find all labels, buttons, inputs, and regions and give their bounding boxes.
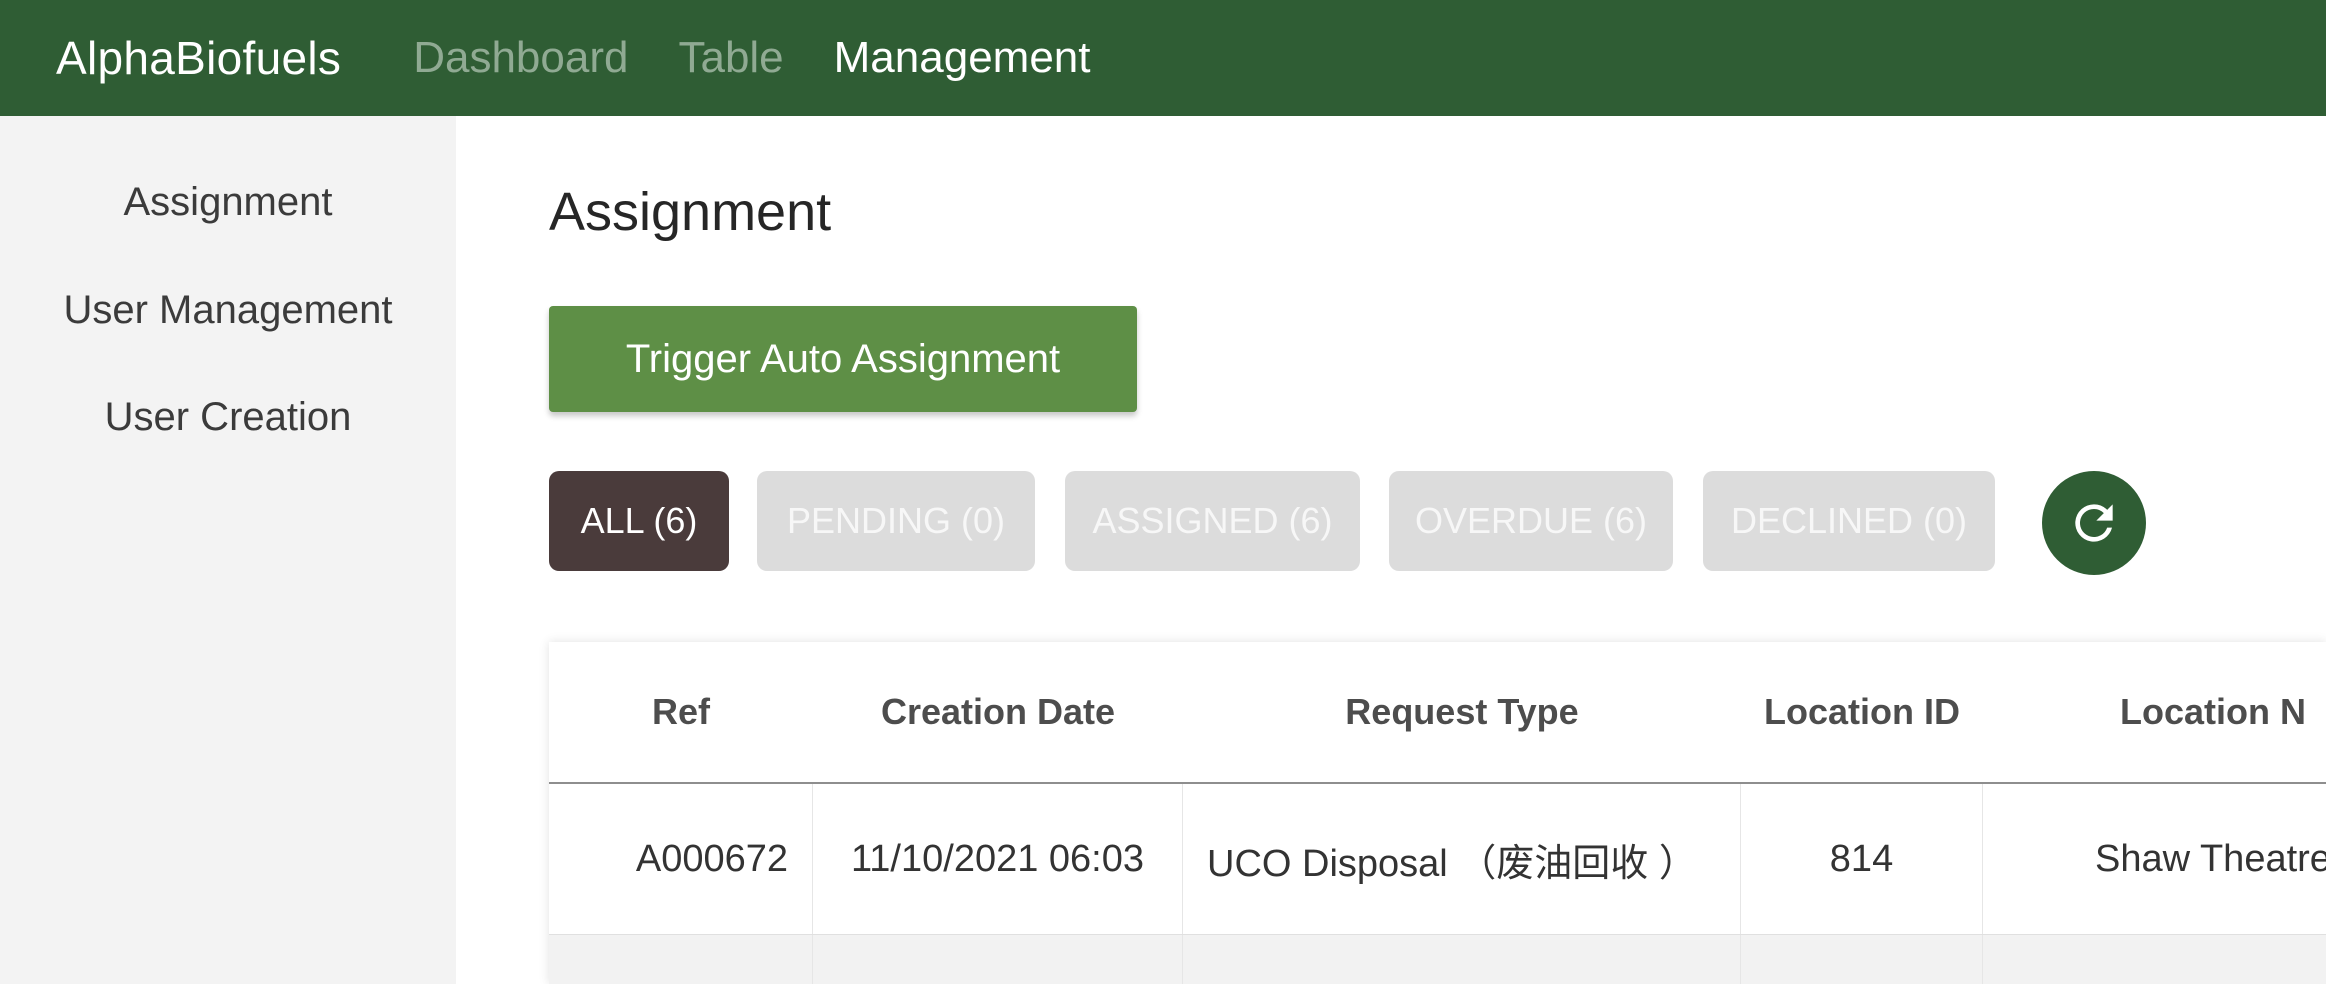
cell-creation-date: 11/10/2021 06:03 (813, 784, 1183, 934)
nav-table[interactable]: Table (678, 33, 783, 83)
cell-location-name: Shaw Theatre (2095, 837, 2326, 880)
page-title: Assignment (549, 182, 832, 242)
cell-creation-date (813, 935, 1183, 984)
refresh-icon (2075, 504, 2113, 542)
main-nav: Dashboard Table Management (413, 33, 1090, 83)
column-header-request-type[interactable]: Request Type (1183, 642, 1741, 782)
table-row[interactable]: A000672 11/10/2021 06:03 UCO Disposal （废… (549, 784, 2326, 935)
cell-location-name (1983, 935, 2326, 984)
table-header-row: Ref Creation Date Request Type Location … (549, 642, 2326, 784)
sidebar-item-assignment[interactable]: Assignment (0, 180, 456, 225)
cell-request-type: UCO Disposal （废油回收 ） (1183, 784, 1741, 934)
column-header-location-id[interactable]: Location ID (1741, 642, 1983, 782)
column-header-location-name[interactable]: Location N (1983, 642, 2326, 782)
cell-request-type (1183, 935, 1741, 984)
filter-assigned-button[interactable]: ASSIGNED (6) (1065, 471, 1360, 571)
sidebar-item-user-creation[interactable]: User Creation (0, 395, 456, 440)
top-navbar: AlphaBiofuels Dashboard Table Management (0, 0, 2326, 116)
column-header-ref[interactable]: Ref (549, 642, 813, 782)
sidebar-item-user-management[interactable]: User Management (0, 288, 456, 333)
trigger-auto-assignment-button[interactable]: Trigger Auto Assignment (549, 306, 1137, 412)
sidebar: Assignment User Management User Creation (0, 116, 456, 984)
refresh-button[interactable] (2042, 471, 2146, 575)
assignment-table: Ref Creation Date Request Type Location … (549, 642, 2326, 984)
cell-location-id: 814 (1741, 784, 1983, 934)
nav-management[interactable]: Management (834, 33, 1091, 83)
filter-declined-button[interactable]: DECLINED (0) (1703, 471, 1995, 571)
column-header-creation-date[interactable]: Creation Date (813, 642, 1183, 782)
filter-pending-button[interactable]: PENDING (0) (757, 471, 1035, 571)
filter-overdue-button[interactable]: OVERDUE (6) (1389, 471, 1673, 571)
main-content: Assignment Trigger Auto Assignment ALL (… (456, 116, 2326, 984)
cell-ref: A000672 (549, 784, 813, 934)
nav-dashboard[interactable]: Dashboard (413, 33, 628, 83)
brand-logo-text[interactable]: AlphaBiofuels (56, 31, 341, 85)
cell-location-id (1741, 935, 1983, 984)
cell-ref (549, 935, 813, 984)
table-row[interactable] (549, 935, 2326, 984)
filter-all-button[interactable]: ALL (6) (549, 471, 729, 571)
